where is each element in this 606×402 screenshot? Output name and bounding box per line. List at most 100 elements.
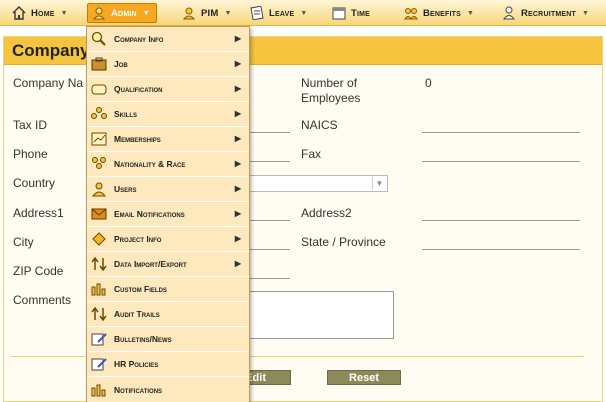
- menu-item-label: Nationality & Race: [114, 159, 186, 169]
- import-export-icon: [90, 256, 108, 272]
- menu-item-label: Data Import/Export: [114, 259, 187, 269]
- time-icon: [332, 6, 346, 20]
- comments-textarea[interactable]: [247, 291, 394, 339]
- city-field[interactable]: [250, 249, 290, 250]
- project-icon: [90, 231, 108, 247]
- chevron-down-icon: ▼: [300, 9, 308, 17]
- menu-item-skills[interactable]: Skills ▶: [87, 102, 249, 127]
- recruitment-icon: [502, 6, 516, 20]
- bell-chart-icon: [90, 382, 108, 398]
- chevron-right-icon: ▶: [234, 109, 241, 118]
- menu-item-label: Custom Fields: [114, 284, 167, 294]
- menu-item-job[interactable]: Job ▶: [87, 52, 249, 77]
- nav-admin[interactable]: Admin ▼: [87, 3, 157, 23]
- state-province-field[interactable]: [422, 249, 580, 250]
- menu-item-label: Notifications: [114, 384, 163, 395]
- state-province-label: State / Province: [301, 235, 386, 249]
- chevron-right-icon: ▶: [234, 134, 241, 143]
- nav-benefits[interactable]: Benefits ▼: [404, 3, 474, 23]
- nav-home[interactable]: Home ▼: [12, 3, 68, 23]
- chevron-down-icon: ▼: [60, 9, 68, 17]
- naics-label: NAICS: [301, 118, 338, 132]
- chevron-right-icon: ▶: [234, 234, 241, 243]
- address1-field[interactable]: [250, 220, 290, 221]
- chevron-right-icon: ▶: [234, 59, 241, 68]
- nav-recruitment[interactable]: Recruitment ▼: [502, 3, 589, 23]
- chevron-right-icon: ▶: [234, 84, 241, 93]
- nav-leave[interactable]: Leave ▼: [250, 3, 308, 23]
- arrows-icon: [90, 306, 108, 322]
- naics-field[interactable]: [422, 132, 580, 133]
- fax-label: Fax: [301, 147, 322, 161]
- policy-icon: [90, 356, 108, 372]
- nav-pim[interactable]: PIM ▼: [182, 3, 232, 23]
- menu-item-label: Memberships: [114, 134, 161, 144]
- menu-item-data-import-export[interactable]: Data Import/Export ▶: [87, 252, 249, 277]
- chevron-down-icon: ▼: [467, 9, 475, 17]
- employees-label: Number of Employees: [301, 76, 361, 105]
- chevron-down-icon: ▼: [581, 9, 590, 17]
- menu-item-label: HR Policies: [114, 359, 159, 369]
- chevron-right-icon: ▶: [234, 184, 241, 193]
- nav-admin-label: Admin: [111, 7, 137, 19]
- top-navigation-bar: Home ▼ Admin ▼ PIM ▼ Leave ▼ Time Benefi…: [0, 0, 606, 26]
- chevron-down-icon: ▼: [372, 177, 386, 190]
- phone-label: Phone: [13, 147, 48, 161]
- employees-value: 0: [425, 76, 432, 90]
- fax-field[interactable]: [422, 161, 580, 162]
- people-icon: [90, 106, 108, 122]
- chevron-down-icon: ▼: [224, 9, 232, 17]
- nav-time-label: Time: [351, 7, 371, 19]
- tax-id-field[interactable]: [250, 132, 290, 133]
- pen-paper-icon: [90, 331, 108, 347]
- menu-item-label: Company Info: [114, 34, 164, 44]
- menu-item-label: Skills: [114, 109, 138, 119]
- zip-code-field[interactable]: [250, 278, 290, 279]
- menu-item-nationality-race[interactable]: Nationality & Race ▶: [87, 152, 249, 177]
- admin-dropdown-menu: Company Info ▶ Job ▶ Qualification ▶ Ski…: [86, 26, 250, 402]
- menu-item-hr-policies[interactable]: HR Policies: [87, 352, 249, 377]
- menu-item-label: Project Info: [114, 234, 162, 244]
- company-name-label: Company Na: [13, 76, 84, 90]
- menu-item-label: Qualification: [114, 84, 163, 94]
- zip-code-label: ZIP Code: [13, 264, 64, 278]
- menu-item-audit-trails[interactable]: Audit Trails: [87, 302, 249, 327]
- home-icon: [12, 6, 26, 20]
- menu-item-label: Email Notifications: [114, 209, 185, 219]
- country-select[interactable]: ▼: [247, 175, 388, 192]
- user-icon: [90, 181, 108, 197]
- menu-item-company-info[interactable]: Company Info ▶: [87, 27, 249, 52]
- chart-icon: [90, 131, 108, 147]
- chevron-right-icon: ▶: [234, 209, 241, 218]
- admin-icon: [92, 6, 106, 20]
- reset-button[interactable]: Reset: [327, 370, 401, 385]
- country-label: Country: [13, 176, 56, 190]
- address2-field[interactable]: [422, 220, 580, 221]
- chevron-right-icon: ▶: [234, 34, 241, 43]
- nav-benefits-label: Benefits: [423, 7, 462, 19]
- chevron-down-icon: ▼: [142, 9, 150, 17]
- menu-item-memberships[interactable]: Memberships ▶: [87, 127, 249, 152]
- menu-item-custom-fields[interactable]: Custom Fields: [87, 277, 249, 302]
- nav-home-label: Home: [31, 7, 55, 19]
- bar-chart-icon: [90, 281, 108, 297]
- diploma-icon: [90, 81, 108, 97]
- address1-label: Address1: [13, 206, 64, 220]
- page-title: Company: [12, 41, 90, 60]
- phone-field[interactable]: [250, 161, 290, 162]
- nav-leave-label: Leave: [269, 7, 295, 19]
- menu-item-qualification[interactable]: Qualification ▶: [87, 77, 249, 102]
- menu-item-bulletins-news[interactable]: Bulletins/News: [87, 327, 249, 352]
- briefcase-icon: [90, 56, 108, 72]
- menu-item-notifications[interactable]: Notifications: [87, 377, 249, 402]
- menu-item-project-info[interactable]: Project Info ▶: [87, 227, 249, 252]
- city-label: City: [13, 235, 34, 249]
- leave-icon: [250, 5, 264, 21]
- menu-item-label: Users: [114, 184, 137, 194]
- menu-item-users[interactable]: Users ▶: [87, 177, 249, 202]
- nav-time[interactable]: Time: [332, 3, 370, 23]
- nav-recruitment-label: Recruitment: [521, 7, 576, 19]
- chevron-right-icon: ▶: [234, 259, 241, 268]
- comments-label: Comments: [13, 293, 72, 307]
- menu-item-email-notifications[interactable]: Email Notifications ▶: [87, 202, 249, 227]
